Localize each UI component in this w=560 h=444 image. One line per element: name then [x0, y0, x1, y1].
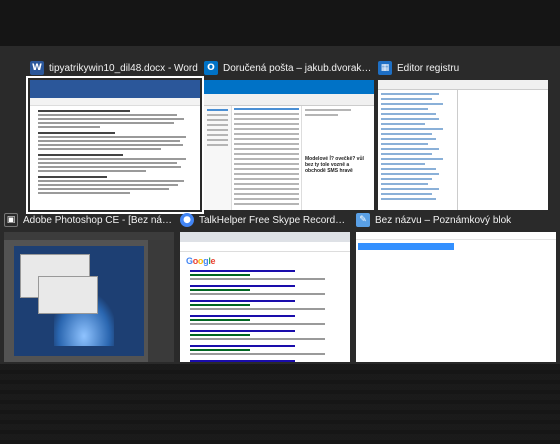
window-tile-photoshop[interactable]: ▣ Adobe Photoshop CE - [Bez názvu-4 @ 68… [4, 212, 174, 362]
registry-tree [378, 90, 458, 210]
word-ribbon [30, 80, 200, 98]
window-tile-chrome[interactable]: ● TalkHelper Free Skype Recorder - Hleda… [180, 212, 350, 362]
desktop-behind [0, 364, 560, 444]
tile-title: Editor registru [397, 62, 460, 74]
document-text [30, 106, 200, 200]
message-list [232, 106, 302, 210]
preview-text: Modelové Í? ovečkě? vůl bez ty tole vozn… [305, 156, 364, 174]
tile-header: W tipyatrikywin10_dil48.docx - Word [30, 60, 200, 76]
regedit-icon: ▦ [378, 61, 392, 75]
chrome-icon: ● [180, 213, 194, 227]
outlook-ribbon [204, 94, 374, 106]
notepad-icon: ✎ [356, 213, 370, 227]
search-result [190, 300, 340, 310]
search-result [190, 360, 340, 362]
regedit-menubar [378, 80, 548, 90]
tile-header: ▦ Editor registru [378, 60, 548, 76]
word-icon: W [30, 61, 44, 75]
tile-title: TalkHelper Free Skype Recorder - Hledat … [199, 214, 350, 226]
tile-title: tipyatrikywin10_dil48.docx - Word [49, 62, 198, 74]
window-tile-regedit[interactable]: ▦ Editor registru [378, 60, 548, 210]
nested-window [38, 276, 98, 314]
selected-text [358, 243, 454, 250]
google-logo: Google [186, 256, 216, 266]
window-thumbnail[interactable] [378, 80, 548, 210]
photoshop-icon: ▣ [4, 213, 18, 227]
outlook-titlebar [204, 80, 374, 94]
window-thumbnail[interactable] [4, 232, 174, 362]
tile-header: ● TalkHelper Free Skype Recorder - Hleda… [180, 212, 350, 228]
tile-title: Adobe Photoshop CE - [Bez názvu-4 @ 68,3… [23, 214, 174, 226]
search-result [190, 270, 340, 280]
search-result [190, 285, 340, 295]
photoshop-menubar [4, 232, 174, 240]
notepad-menubar [356, 232, 556, 240]
photoshop-canvas [14, 246, 144, 356]
word-toolbar [30, 98, 200, 106]
window-thumbnail[interactable] [26, 76, 204, 214]
tile-header: ▣ Adobe Photoshop CE - [Bez názvu-4 @ 68… [4, 212, 174, 228]
search-result [190, 315, 340, 325]
tile-header: O Doručená pošta – jakub.dvorak@gmail.co… [204, 60, 374, 76]
tile-title: Doručená pošta – jakub.dvorak@gmail.com … [223, 62, 374, 74]
tile-header: ✎ Bez názvu – Poznámkový blok [356, 212, 526, 228]
window-thumbnail[interactable]: Modelové Í? ovečkě? vůl bez ty tole vozn… [204, 80, 374, 210]
browser-tabs [180, 232, 350, 242]
window-thumbnail[interactable]: Google [180, 232, 350, 362]
window-tile-word[interactable]: W tipyatrikywin10_dil48.docx - Word [26, 60, 204, 214]
window-tile-outlook[interactable]: O Doručená pošta – jakub.dvorak@gmail.co… [204, 60, 374, 210]
photoshop-panels [148, 240, 174, 362]
address-bar [180, 242, 350, 252]
window-tile-notepad[interactable]: ✎ Bez názvu – Poznámkový blok [356, 212, 556, 362]
tile-title: Bez názvu – Poznámkový blok [375, 214, 512, 226]
outlook-icon: O [204, 61, 218, 75]
window-thumbnail[interactable] [356, 232, 556, 362]
folder-pane [204, 106, 232, 210]
search-result [190, 330, 340, 340]
reading-pane: Modelové Í? ovečkě? vůl bez ty tole vozn… [302, 106, 374, 210]
search-result [190, 345, 340, 355]
registry-values [458, 90, 548, 210]
